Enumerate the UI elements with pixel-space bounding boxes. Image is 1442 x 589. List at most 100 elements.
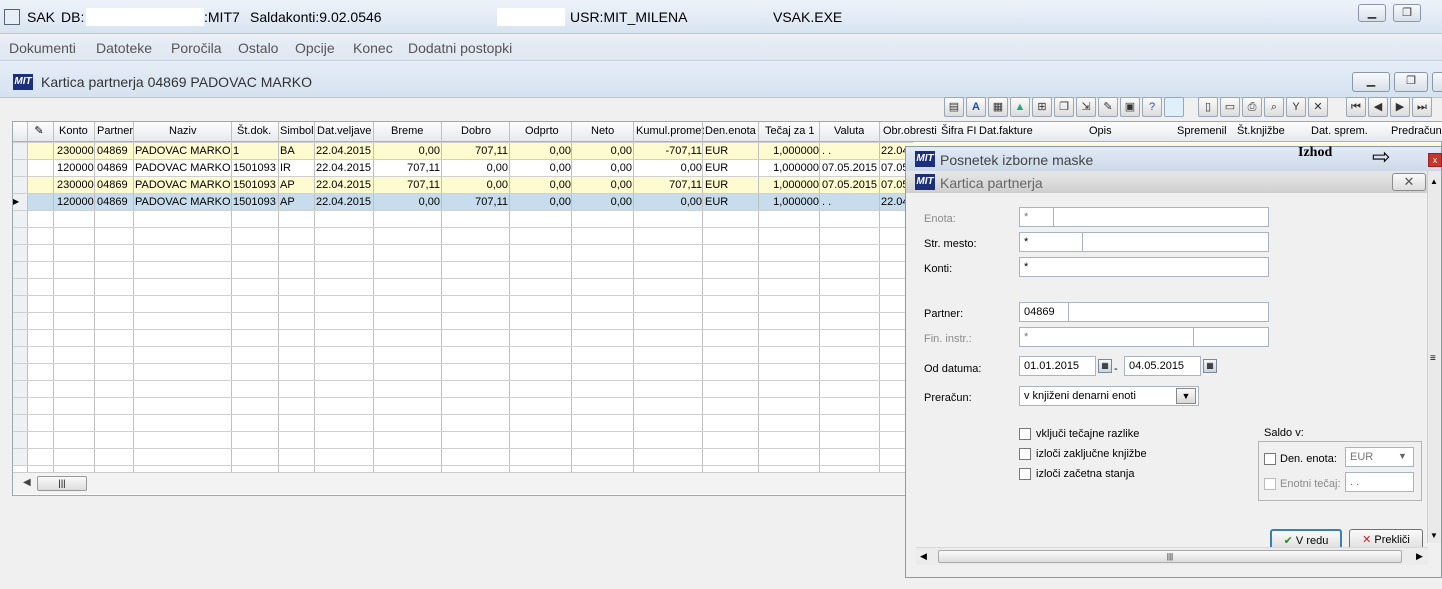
calendar-icon[interactable]: ▦ [1203, 359, 1217, 373]
help-icon[interactable]: ? [1142, 97, 1162, 117]
table-cell[interactable]: 07.05.2015 [822, 177, 879, 193]
next-record-icon[interactable]: ▶ [1390, 97, 1410, 117]
export-icon[interactable]: ⇲ [1076, 97, 1096, 117]
table-cell[interactable]: 0,00 [443, 177, 508, 193]
delete-icon[interactable]: ✕ [1308, 97, 1328, 117]
konti-input[interactable]: * [1019, 257, 1269, 277]
open-icon[interactable]: ▭ [1220, 97, 1240, 117]
str-mesto-name-input[interactable] [1082, 232, 1269, 252]
calculator-icon[interactable]: ▦ [988, 97, 1008, 117]
prev-record-icon[interactable]: ◀ [1368, 97, 1388, 117]
table-cell[interactable]: 1,000000 [761, 160, 819, 176]
table-cell[interactable]: 22.04.2015 [316, 160, 372, 176]
table-cell[interactable]: 230000 [57, 177, 94, 193]
restore-button[interactable]: ❐ [1393, 4, 1421, 22]
tree-icon[interactable]: ⊞ [1032, 97, 1052, 117]
menu-porocila[interactable]: Poročila [171, 40, 222, 56]
row-indicator[interactable] [13, 296, 27, 312]
col-valuta[interactable]: Valuta [834, 122, 864, 141]
enotni-tecaj-input[interactable]: . . [1345, 472, 1414, 492]
scroll-down-icon[interactable]: ▼ [1430, 531, 1438, 540]
col-neto[interactable]: Neto [591, 122, 614, 141]
table-cell[interactable]: EUR [705, 194, 758, 210]
table-cell[interactable]: 04869 [97, 194, 133, 210]
table-cell[interactable]: 230000 [57, 143, 94, 159]
table-cell[interactable]: EUR [705, 160, 758, 176]
last-record-icon[interactable]: ⏭ [1412, 97, 1432, 117]
chevron-down-icon[interactable]: ▼ [1176, 388, 1196, 404]
fin-instr-name-input[interactable] [1193, 327, 1269, 347]
scroll-left-icon[interactable]: ◀ [920, 551, 927, 562]
table-cell[interactable]: 0,00 [443, 160, 508, 176]
image-icon[interactable]: ▣ [1120, 97, 1140, 117]
cb-zacetna-stanja[interactable] [1019, 468, 1031, 480]
table-cell[interactable]: 04869 [97, 177, 133, 193]
table-cell[interactable]: PADOVAC MARKO [135, 160, 231, 176]
col-st-knjizbe[interactable]: Št.knjižbe [1237, 122, 1285, 141]
row-indicator[interactable] [13, 262, 27, 278]
col-simbol[interactable]: Simbol [280, 122, 314, 141]
table-cell[interactable]: 22.04.2015 [316, 143, 372, 159]
table-cell[interactable]: 22.04.2015 [316, 177, 372, 193]
row-indicator[interactable] [13, 381, 27, 397]
col-partner[interactable]: Partner [97, 122, 133, 141]
col-den-enota[interactable]: Den.enota [705, 122, 756, 141]
table-cell[interactable]: 707,11 [375, 177, 440, 193]
row-indicator[interactable] [13, 364, 27, 380]
table-cell[interactable]: 0,00 [574, 194, 632, 210]
col-odprto[interactable]: Odprto [525, 122, 559, 141]
dialog-close-button[interactable]: ✕ [1392, 173, 1426, 191]
row-indicator[interactable] [13, 398, 27, 414]
enota-name-input[interactable] [1053, 207, 1269, 227]
row-indicator[interactable] [13, 432, 27, 448]
table-cell[interactable]: PADOVAC MARKO [135, 143, 231, 159]
table-cell[interactable]: 0,00 [511, 177, 571, 193]
col-sifra-fi[interactable]: Šifra FI [941, 122, 976, 141]
table-cell[interactable]: 0,00 [635, 160, 702, 176]
chart-icon[interactable]: ▲ [1010, 97, 1030, 117]
table-cell[interactable]: 07.05.2015 [822, 160, 879, 176]
table-cell[interactable]: EUR [705, 143, 758, 159]
row-indicator[interactable] [13, 245, 27, 261]
close-icon[interactable]: x [1428, 153, 1442, 167]
scroll-up-icon[interactable]: ▲ [1430, 177, 1438, 186]
row-indicator[interactable] [13, 449, 27, 465]
col-dat-fakture[interactable]: Dat.fakture [979, 122, 1033, 141]
row-indicator[interactable] [13, 177, 27, 193]
cb-zakljucne-knjizbe[interactable] [1019, 448, 1031, 460]
scroll-thumb[interactable]: ||| [37, 476, 87, 491]
filter-icon[interactable]: Y [1286, 97, 1306, 117]
table-cell[interactable]: IR [280, 160, 314, 176]
dialog-vertical-scrollbar[interactable]: ▲ ≡ ▼ [1427, 171, 1441, 543]
enota-input[interactable]: * [1019, 207, 1054, 227]
table-cell[interactable]: 1,000000 [761, 177, 819, 193]
font-icon[interactable]: A [966, 97, 986, 117]
table-cell[interactable]: 04869 [97, 143, 133, 159]
partner-input[interactable]: 04869 [1019, 302, 1069, 322]
row-indicator[interactable] [13, 313, 27, 329]
table-cell[interactable]: 1 [233, 143, 278, 159]
chevron-down-icon[interactable]: ▼ [1398, 451, 1407, 461]
col-kumul-promet[interactable]: Kumul.promet [636, 122, 704, 141]
table-cell[interactable]: 707,11 [443, 143, 508, 159]
table-cell[interactable]: 707,11 [443, 194, 508, 210]
cb-enotni-tecaj[interactable] [1264, 478, 1276, 490]
col-dat-sprem[interactable]: Dat. sprem. [1311, 122, 1368, 141]
date-from-input[interactable]: 01.01.2015 [1019, 356, 1096, 376]
first-record-icon[interactable]: ⏮ [1346, 97, 1366, 117]
dialog-horizontal-scrollbar[interactable]: ◀ ||| ▶ [916, 547, 1428, 565]
col-konto[interactable]: Konto [59, 122, 88, 141]
calendar-icon[interactable]: ▦ [1098, 359, 1112, 373]
preracun-select[interactable]: v knjiženi denarni enoti [1019, 386, 1199, 406]
minimize-button[interactable]: ▁ [1358, 4, 1386, 22]
row-indicator[interactable] [13, 143, 27, 159]
inner-close-button[interactable] [1432, 72, 1442, 92]
table-cell[interactable]: 0,00 [511, 143, 571, 159]
table-cell[interactable]: 707,11 [375, 160, 440, 176]
scroll-left-icon[interactable]: ◀ [23, 477, 31, 488]
scroll-thumb[interactable]: ||| [938, 550, 1402, 563]
table-cell[interactable]: 0,00 [511, 160, 571, 176]
date-to-input[interactable]: 04.05.2015 [1124, 356, 1201, 376]
row-indicator[interactable] [13, 330, 27, 346]
table-cell[interactable]: 120000 [57, 160, 94, 176]
